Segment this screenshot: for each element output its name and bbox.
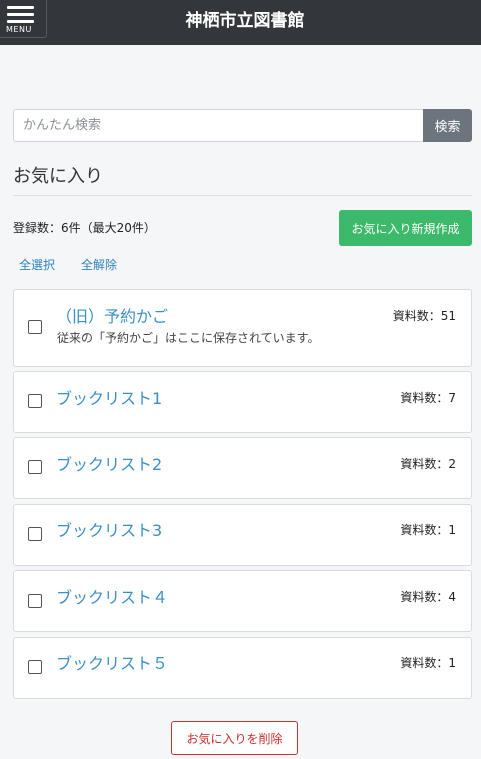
favorite-list-name[interactable]: ブックリスト1 — [56, 385, 162, 409]
favorite-list-count: 資料数：51 — [392, 309, 456, 323]
favorite-list-name[interactable]: （旧）予約かご — [56, 303, 168, 327]
favorite-checkbox[interactable] — [28, 320, 42, 334]
favorite-list-item: ブックリスト2 資料数：2 — [13, 437, 472, 499]
favorite-list-name[interactable]: ブックリスト５ — [56, 650, 168, 674]
clear-all-link[interactable]: 全解除 — [81, 256, 117, 273]
favorite-list-name[interactable]: ブックリスト４ — [56, 584, 168, 608]
favorite-checkbox[interactable] — [28, 527, 42, 541]
app-header: MENU 神栖市立図書館 — [0, 0, 481, 45]
site-title: 神栖市立図書館 — [185, 11, 305, 31]
favorite-list-name[interactable]: ブックリスト2 — [56, 451, 162, 475]
delete-favorites-button[interactable]: お気に入りを削除 — [171, 721, 298, 755]
create-favorite-button[interactable]: お気に入り新規作成 — [339, 210, 472, 246]
favorite-checkbox[interactable] — [28, 394, 42, 408]
favorite-list-description: 従来の「予約かご」はここに保存されています。 — [57, 331, 320, 345]
select-all-link[interactable]: 全選択 — [19, 256, 55, 273]
favorite-checkbox[interactable] — [28, 460, 42, 474]
favorite-checkbox[interactable] — [28, 660, 42, 674]
favorite-list-item: ブックリスト3 資料数：1 — [13, 504, 472, 566]
favorite-list-count: 資料数：1 — [400, 523, 456, 537]
simple-search: 検索 — [13, 109, 472, 142]
favorite-list-item: （旧）予約かご 従来の「予約かご」はここに保存されています。 資料数：51 — [13, 289, 472, 367]
favorite-list-item: ブックリスト４ 資料数：4 — [13, 570, 472, 632]
section-divider — [13, 195, 472, 196]
search-button[interactable]: 検索 — [423, 109, 472, 142]
search-input[interactable] — [13, 109, 423, 142]
favorite-list-count: 資料数：2 — [400, 457, 456, 471]
favorite-list-count: 資料数：1 — [400, 656, 456, 670]
favorite-list-item: ブックリスト５ 資料数：1 — [13, 637, 472, 699]
favorite-list-item: ブックリスト1 資料数：7 — [13, 371, 472, 433]
favorite-list-count: 資料数：4 — [400, 590, 456, 604]
favorite-checkbox[interactable] — [28, 594, 42, 608]
page-title: お気に入り — [13, 166, 103, 187]
favorite-list-name[interactable]: ブックリスト3 — [56, 517, 162, 541]
registration-count: 登録数：6件（最大20件） — [13, 221, 156, 235]
favorite-list-count: 資料数：7 — [400, 391, 456, 405]
